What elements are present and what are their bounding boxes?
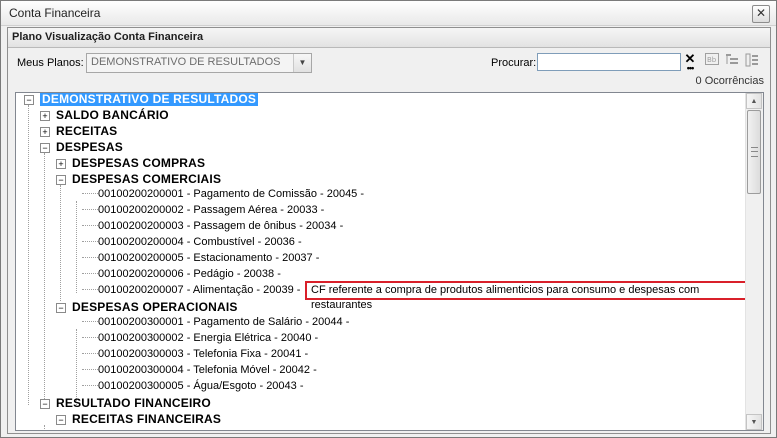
plans-label: Meus Planos: [17,57,84,69]
title-bar: Conta Financeira ✕ [1,1,776,26]
tree-node-label: DESPESAS COMERCIAIS [72,172,222,186]
expand-icon[interactable]: + [40,111,50,121]
panel-header: Plano Visualização Conta Financeira [8,28,770,48]
tree-leaf-label: 00100200200001 - Pagamento de Comissão -… [98,188,365,200]
scroll-up-icon[interactable]: ▲ [746,93,762,109]
tree-node-label: DESPESAS OPERACIONAIS [72,300,238,314]
scroll-thumb[interactable] [747,110,761,194]
collapse-icon[interactable]: − [56,415,66,425]
plan-panel: Plano Visualização Conta Financeira Meus… [7,27,771,434]
conta-financeira-window: Conta Financeira ✕ Plano Visualização Co… [0,0,777,438]
dots-icon: ••• [686,63,694,73]
tree-node-label: DEMONSTRATIVO DE RESULTADOS [40,92,259,106]
tree-leaf-label: 00100200300002 - Energia Elétrica - 2004… [98,332,319,344]
account-tree[interactable]: − DEMONSTRATIVO DE RESULTADOS + SALDO BA… [15,92,764,431]
collapse-tree-icon[interactable] [744,53,760,69]
match-case-icon[interactable]: Bb [704,53,720,69]
plans-selected-value: DEMONSTRATIVO DE RESULTADOS [91,56,281,68]
tree-leaf-label: 00100200200004 - Combustível - 20036 - [98,236,302,248]
search-input[interactable] [537,53,681,71]
tree-connector [60,185,61,301]
tree-connector [44,153,45,405]
search-label: Procurar: [491,57,537,69]
tree-leaf-label: 00100200200006 - Pedágio - 20038 - [98,268,281,280]
tree-node-label: DESPESAS [56,140,123,154]
tree-leaf-label: 00100200300005 - Água/Esgoto - 20043 - [98,380,304,392]
tree-leaf-label: 00100200300001 - Pagamento de Salário - … [98,316,350,328]
collapse-icon[interactable]: − [56,303,66,313]
tree-leaf-label: 00100200200003 - Passagem de ônibus - 20… [98,220,344,232]
collapse-icon[interactable]: − [40,143,50,153]
vertical-scrollbar[interactable]: ▲ ▼ [745,93,763,430]
tree-node-label: RECEITAS [56,124,118,138]
clear-search-button[interactable]: ✕ ••• [683,52,697,73]
panel-title: Plano Visualização Conta Financeira [12,31,204,43]
expand-icon[interactable]: + [40,127,50,137]
tree-connector [44,425,45,430]
tree-leaf-label: 00100200300003 - Telefonia Fixa - 20041 … [98,348,309,360]
plans-dropdown[interactable]: DEMONSTRATIVO DE RESULTADOS ▼ [86,53,312,73]
window-title: Conta Financeira [9,6,101,20]
tree-leaf-label: 00100200300004 - Telefonia Móvel - 20042… [98,364,317,376]
tree-connector [76,201,77,293]
scroll-down-icon[interactable]: ▼ [746,414,762,430]
tree-leaf-label: 00100200200007 - Alimentação - 20039 - [98,284,301,296]
tree-connector [28,105,29,405]
tree-leaf-label: 00100200200005 - Estacionamento - 20037 … [98,252,320,264]
expand-icon[interactable]: + [56,159,66,169]
occurrences-count: 0 Ocorrências [695,75,764,87]
tree-node-label: SALDO BANCÁRIO [56,108,169,122]
tree-leaf-label: 00100200200002 - Passagem Aérea - 20033 … [98,204,325,216]
collapse-icon[interactable]: − [56,175,66,185]
tree-connector [76,329,77,405]
item-tooltip: CF referente a compra de produtos alimen… [305,281,763,311]
tree-node-label: RECEITAS FINANCEIRAS [72,412,222,426]
chevron-down-icon[interactable]: ▼ [293,54,311,72]
collapse-icon[interactable]: − [24,95,34,105]
tree-node-label: RESULTADO FINANCEIRO [56,396,211,410]
tree-node-label: DESPESAS COMPRAS [72,156,206,170]
collapse-icon[interactable]: − [40,399,50,409]
grip-icon [751,147,758,157]
svg-text:Bb: Bb [707,56,717,64]
expand-tree-icon[interactable] [724,53,740,69]
close-button[interactable]: ✕ [752,5,770,23]
